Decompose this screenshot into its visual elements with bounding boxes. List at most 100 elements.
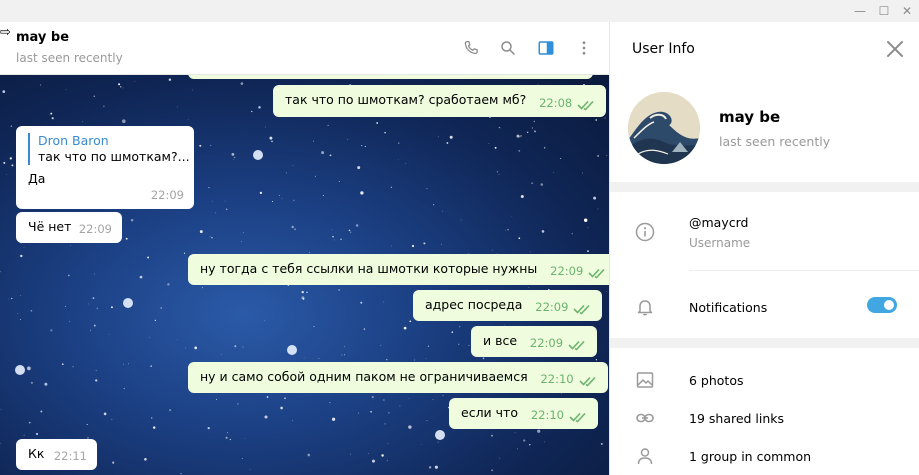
star (350, 231, 352, 233)
star (199, 144, 202, 147)
more-icon[interactable] (573, 37, 595, 59)
star (152, 426, 156, 429)
star (540, 183, 544, 186)
star (265, 126, 266, 128)
star (229, 438, 231, 441)
star (210, 144, 212, 147)
star (128, 363, 129, 365)
username-value[interactable]: @maycrd (689, 215, 748, 230)
username-label: Username (689, 236, 751, 250)
star (215, 212, 217, 214)
star (553, 172, 554, 174)
star (97, 380, 98, 382)
star (511, 215, 513, 217)
star (9, 157, 12, 160)
star (30, 381, 33, 384)
message-bubble-outgoing[interactable]: если что 22:10 (449, 398, 598, 429)
bright-star (435, 430, 445, 440)
star (6, 174, 7, 175)
star (491, 434, 493, 437)
star (17, 313, 19, 314)
star (460, 219, 462, 221)
message-text: Кк (28, 446, 45, 461)
star (350, 453, 351, 455)
star (70, 245, 71, 246)
star (49, 114, 51, 116)
star (514, 432, 516, 434)
star (119, 86, 122, 88)
search-icon[interactable] (497, 37, 519, 59)
message-bubble-outgoing[interactable]: ну и само собой одним паком не ограничив… (188, 362, 608, 393)
star (183, 252, 186, 254)
avatar[interactable] (628, 92, 700, 164)
star (123, 388, 125, 390)
star (582, 172, 583, 174)
notifications-toggle[interactable] (867, 297, 897, 313)
star (423, 242, 426, 245)
star (134, 80, 136, 82)
star (451, 331, 454, 333)
star (533, 120, 536, 123)
star (380, 344, 382, 346)
message-time: 22:11 (53, 449, 87, 463)
star (446, 142, 449, 144)
star (291, 225, 294, 229)
close-icon[interactable] (884, 38, 906, 60)
star (225, 208, 228, 210)
shared-links[interactable]: 19 shared links (689, 411, 784, 426)
star (292, 420, 293, 421)
star (241, 458, 243, 459)
cursor-arrow-icon: ⇨ (0, 25, 11, 40)
star (368, 452, 369, 454)
notifications-label: Notifications (689, 300, 768, 315)
star (411, 244, 415, 248)
star (168, 78, 172, 81)
star (528, 286, 530, 288)
star (531, 127, 533, 129)
peer-name[interactable]: may be (16, 30, 69, 45)
close-window-button[interactable]: ✕ (899, 3, 915, 19)
star (123, 363, 124, 365)
star (130, 218, 134, 222)
minimize-button[interactable]: — (852, 3, 868, 19)
chat-area[interactable]: так что по шмоткам? сработаем мб? 22:08 … (0, 75, 609, 475)
chat-header: ⇨ may be last seen recently (0, 22, 609, 75)
star (185, 347, 186, 349)
shared-photos[interactable]: 6 photos (689, 373, 744, 388)
star (437, 136, 439, 138)
star (249, 468, 251, 470)
message-bubble-incoming[interactable]: Кк 22:11 (16, 439, 97, 470)
message-bubble-outgoing[interactable]: адрес посреда 22:09 (413, 290, 603, 321)
star (112, 461, 115, 464)
maximize-button[interactable]: ☐ (876, 3, 892, 19)
message-bubble-incoming[interactable]: Чё нет 22:09 (16, 212, 122, 243)
star (329, 402, 331, 403)
star (341, 354, 343, 356)
message-bubble-incoming[interactable]: Dron Baron так что по шмоткам?... Да 22:… (16, 126, 194, 209)
message-bubble-outgoing[interactable]: так что по шмоткам? сработаем мб? 22:08 (273, 85, 607, 117)
sidebar-toggle-icon[interactable] (535, 37, 557, 59)
peer-status: last seen recently (16, 51, 123, 65)
star (383, 301, 385, 303)
star (0, 408, 2, 410)
bell-icon (634, 296, 656, 318)
profile-name: may be (719, 108, 781, 126)
star (294, 228, 297, 231)
message-bubble-outgoing[interactable]: и все 22:09 (471, 326, 598, 357)
star (604, 117, 606, 119)
reply-preview[interactable]: Dron Baron так что по шмоткам?... (28, 133, 190, 165)
bright-star (287, 345, 297, 355)
star (387, 443, 389, 445)
groups-in-common[interactable]: 1 group in common (689, 449, 811, 464)
star (441, 243, 442, 245)
message-bubble-outgoing[interactable]: ну тогда с тебя ссылки на шмотки которые… (188, 254, 609, 285)
star (280, 406, 283, 410)
reply-author: Dron Baron (38, 133, 109, 148)
phone-icon[interactable] (460, 37, 482, 59)
star (587, 250, 589, 252)
star (595, 359, 598, 361)
person-icon (634, 445, 656, 467)
star (150, 417, 153, 419)
star (11, 164, 14, 167)
star (491, 249, 493, 251)
